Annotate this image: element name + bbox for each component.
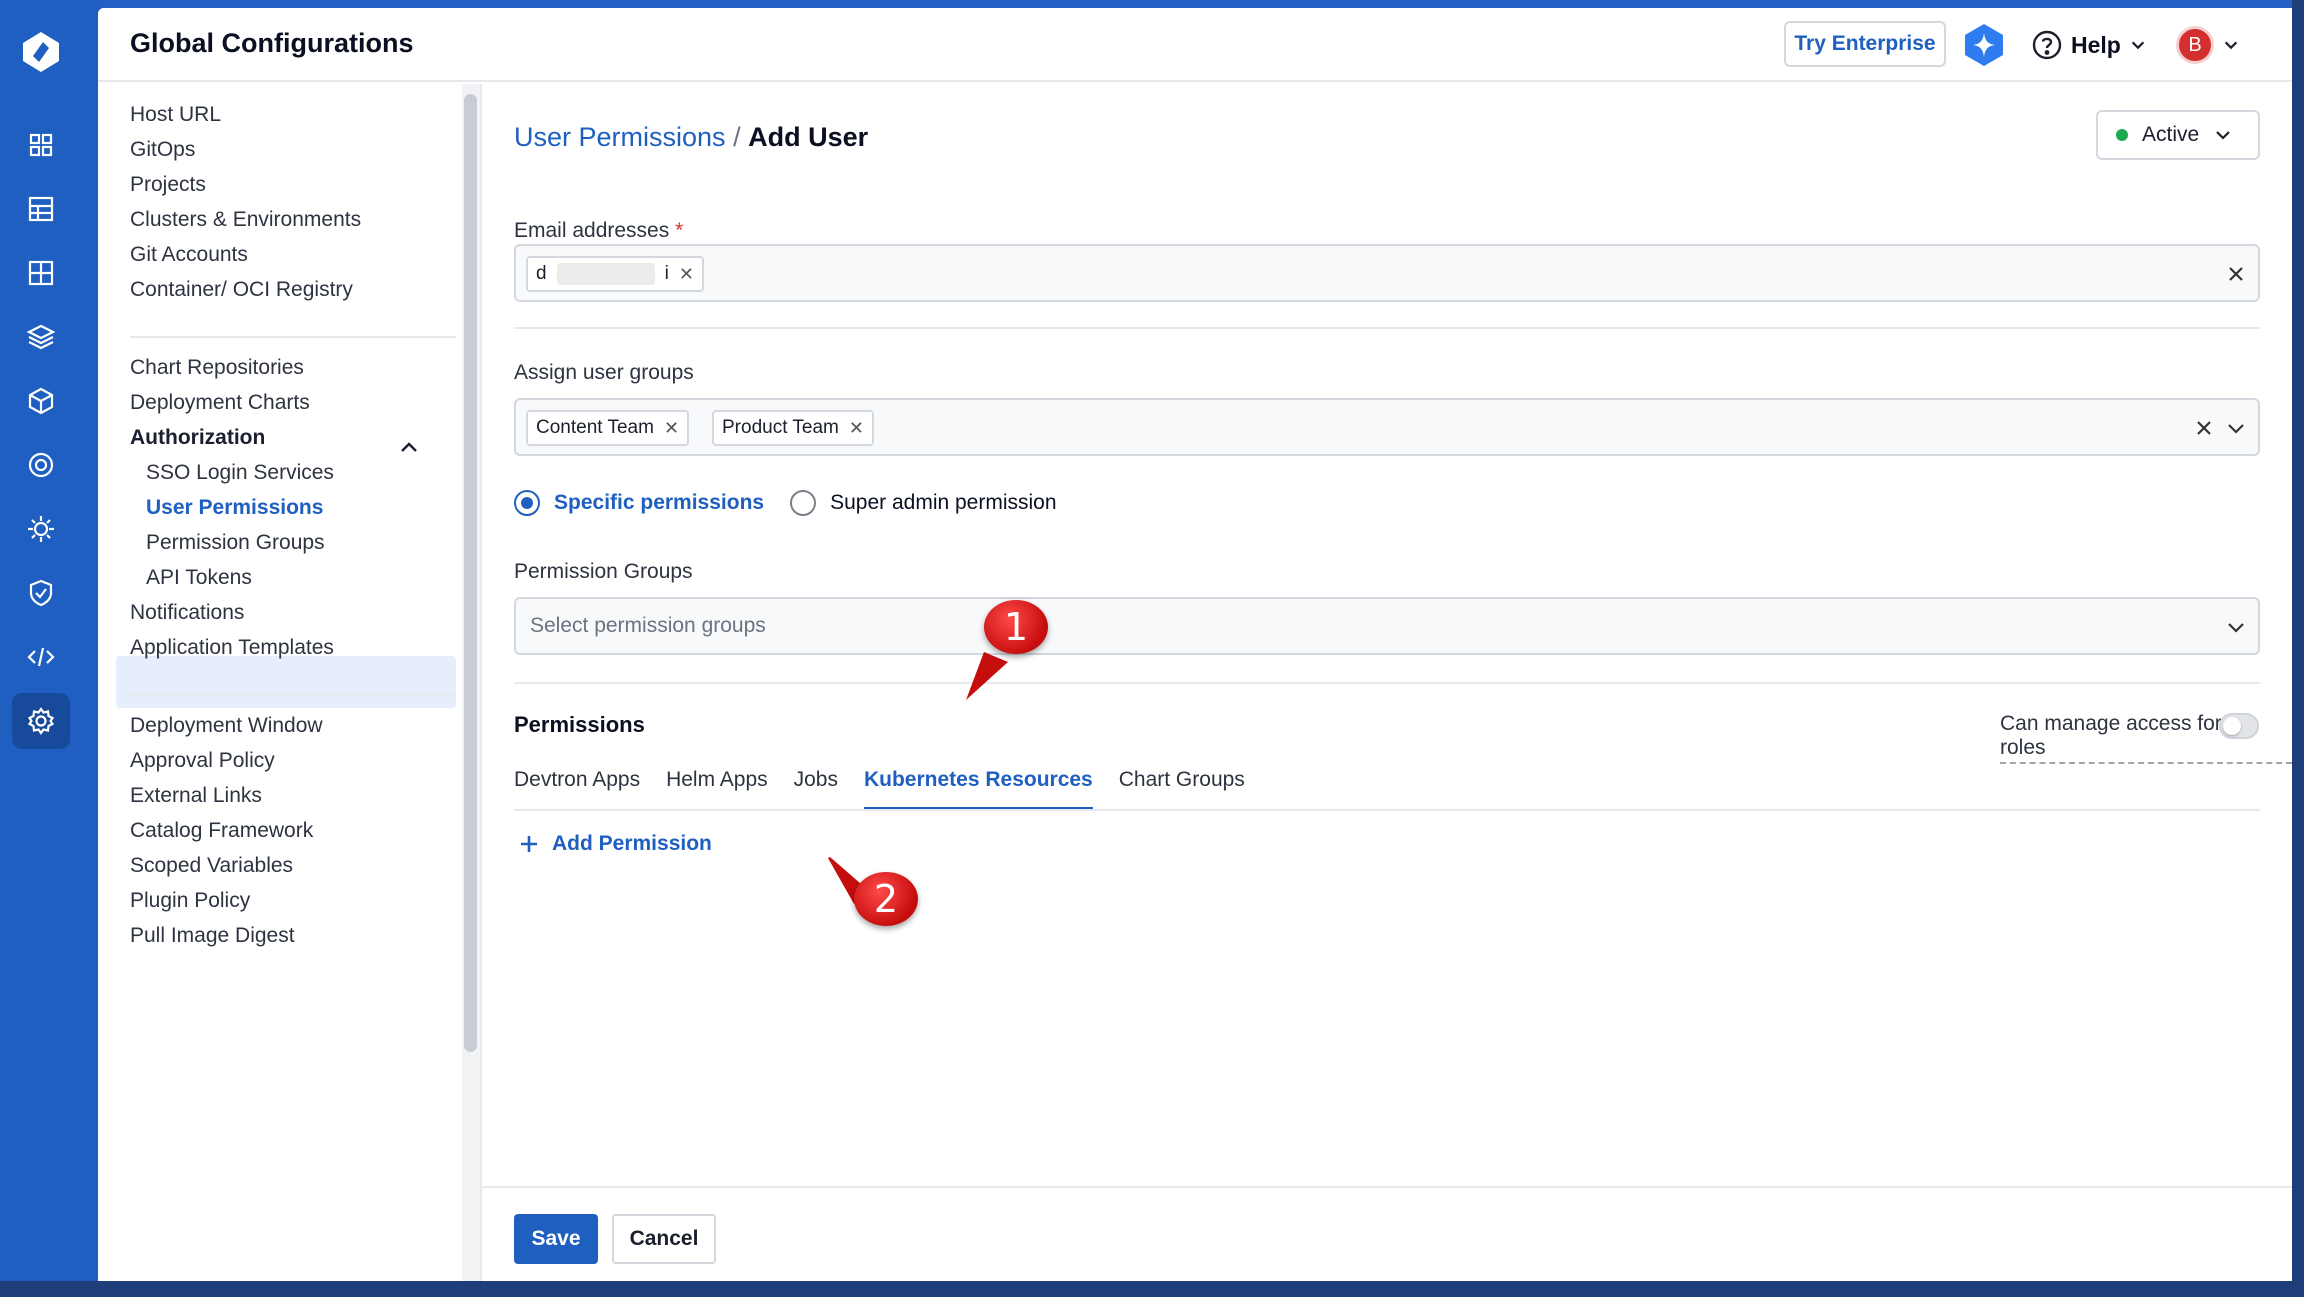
breadcrumb: User Permissions / Add User [514,122,868,153]
radio-super-admin[interactable] [790,490,817,516]
permission-groups-placeholder: Select permission groups [530,614,766,637]
divider [514,682,2260,684]
ai-assistant-icon[interactable] [1961,22,2007,68]
clear-icon[interactable] [2192,416,2216,440]
dashboard-icon[interactable] [12,117,70,173]
remove-chip-icon[interactable]: ✕ [849,418,864,439]
settings-icon[interactable] [12,693,70,749]
plus-icon [521,836,537,852]
divider [130,336,456,338]
group-chip: Content Team ✕ [526,410,690,446]
sidebar-item-container-registry[interactable]: Container/ OCI Registry [130,265,353,315]
add-permission-label: Add Permission [552,832,712,855]
specific-permissions-label[interactable]: Specific permissions [554,491,764,515]
try-enterprise-button[interactable]: Try Enterprise [1784,21,1946,67]
code-icon[interactable] [12,629,70,685]
cancel-button[interactable]: Cancel [612,1214,716,1264]
app-window: Global Configurations Try Enterprise Hel… [98,8,2292,1281]
status-dropdown[interactable]: Active [2096,110,2260,160]
user-groups-select[interactable]: Content Team ✕ Product Team ✕ [514,398,2260,456]
remove-chip-icon[interactable]: ✕ [664,418,679,439]
manage-access-toggle[interactable] [2219,713,2259,739]
help-menu[interactable]: Help [2031,26,2147,64]
group-chip-label: Product Team [722,417,839,438]
shield-icon[interactable] [12,565,70,621]
window-right-edge [2292,0,2304,1297]
remove-chip-icon[interactable]: ✕ [679,264,694,285]
email-chip-start: d [536,263,547,284]
add-permission-button[interactable]: Add Permission [518,832,712,856]
email-chip-end: i [664,263,669,284]
tab-chart-groups[interactable]: Chart Groups [1119,768,1245,810]
callout-number: 2 [854,872,918,926]
sidebar-item-application-templates[interactable]: Application Templates [130,623,334,673]
status-label: Active [2142,123,2200,146]
grid-icon[interactable] [12,245,70,301]
security-scan-icon[interactable] [12,437,70,493]
footer-divider [482,1186,2292,1188]
group-chip: Product Team ✕ [712,410,874,446]
window-bottom-edge [0,1281,2304,1297]
assign-groups-label: Assign user groups [514,361,694,384]
sidebar-item-pull-image-digest[interactable]: Pull Image Digest [130,911,295,961]
email-label-text: Email addresses [514,219,670,242]
stack-icon[interactable] [12,309,70,365]
clear-icon[interactable] [2224,262,2248,286]
permission-type-radio-group: Specific permissions Super admin permiss… [514,490,1057,516]
tab-devtron-apps[interactable]: Devtron Apps [514,768,640,810]
super-admin-label[interactable]: Super admin permission [830,491,1056,515]
icon-rail [0,0,98,1297]
breadcrumb-separator: / [733,122,741,152]
group-chip-label: Content Team [536,417,654,438]
sidebar-scrollbar[interactable] [464,94,477,1052]
save-button[interactable]: Save [514,1214,598,1264]
avatar: B [2176,26,2214,64]
cube-icon[interactable] [12,373,70,429]
page-title: Global Configurations [130,28,414,58]
divider [514,327,2260,329]
chevron-down-icon [2131,41,2145,50]
help-icon [2032,30,2062,60]
applications-icon[interactable] [12,181,70,237]
callout-pointer-icon [828,857,868,904]
add-user-form: User Permissions / Add User Active Email… [482,84,2292,1281]
email-label: Email addresses * [514,219,683,243]
divider [130,694,456,696]
callout-number: 1 [984,600,1048,654]
chevron-down-icon [2216,131,2230,140]
chevron-down-icon[interactable] [2224,416,2248,440]
help-label: Help [2071,31,2121,58]
cluster-icon[interactable] [12,501,70,557]
chevron-up-icon[interactable] [398,436,420,458]
radio-specific-permissions[interactable] [514,490,540,516]
settings-sidebar: Host URL GitOps Projects Clusters & Envi… [98,84,458,1281]
top-bar: Global Configurations Try Enterprise Hel… [98,8,2292,82]
permission-groups-select[interactable]: Select permission groups [514,597,2260,655]
breadcrumb-current: Add User [748,122,869,152]
chevron-down-icon [2228,623,2244,633]
callout-1: 1 [938,600,1068,720]
required-marker: * [675,219,684,242]
breadcrumb-user-permissions[interactable]: User Permissions [514,122,726,152]
user-menu[interactable]: B [2176,20,2254,70]
permission-groups-label: Permission Groups [514,560,693,583]
chevron-down-icon [2224,41,2238,50]
callout-2: 2 [728,764,948,944]
permissions-heading: Permissions [514,712,645,737]
redacted-text [556,263,655,285]
email-field[interactable]: d i ✕ [514,244,2260,302]
status-dot-icon [2116,129,2128,141]
email-chip: d i ✕ [526,256,704,292]
logo-icon[interactable] [19,30,63,74]
